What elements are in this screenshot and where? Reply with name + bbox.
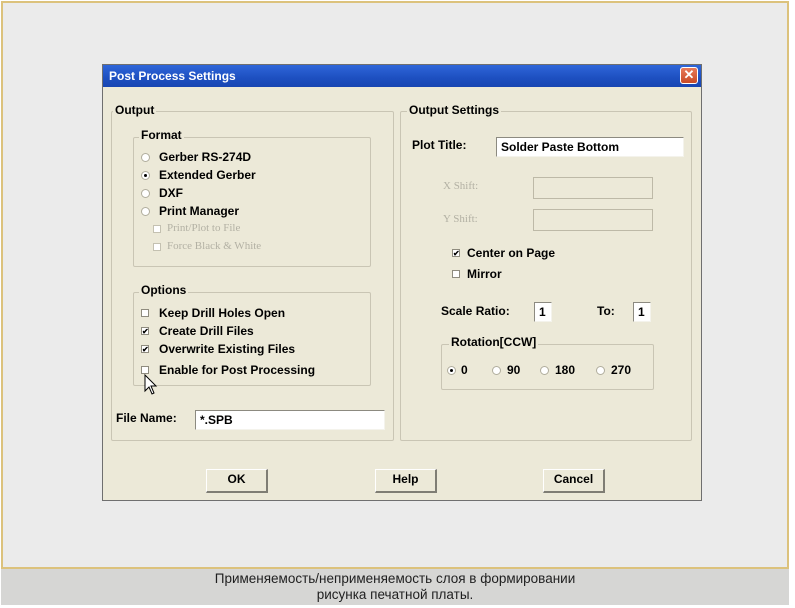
mouse-cursor-icon bbox=[144, 374, 158, 395]
rotation-radio-180[interactable] bbox=[540, 366, 549, 375]
overwrite-existing-files-label: Overwrite Existing Files bbox=[159, 342, 296, 356]
enable-for-post-processing-checkbox[interactable] bbox=[141, 366, 149, 374]
print-plot-to-file-label: Print/Plot to File bbox=[167, 222, 241, 234]
help-button[interactable]: Help bbox=[375, 469, 437, 493]
mirror-checkbox[interactable] bbox=[452, 270, 460, 278]
force-black-white-label: Force Black & White bbox=[167, 240, 262, 252]
print-plot-to-file-checkbox[interactable] bbox=[153, 225, 161, 233]
dialog-title: Post Process Settings bbox=[109, 69, 236, 83]
y-shift-input[interactable] bbox=[533, 209, 653, 231]
format-radio-gerber-rs274d[interactable] bbox=[141, 153, 150, 162]
plot-title-label: Plot Title: bbox=[412, 138, 467, 152]
format-label-gerber-rs274d: Gerber RS-274D bbox=[159, 150, 252, 164]
to-label: To: bbox=[597, 304, 615, 318]
output-settings-label: Output Settings bbox=[407, 103, 501, 117]
rotation-label-0: 0 bbox=[461, 363, 468, 377]
center-on-page-checkbox[interactable] bbox=[452, 249, 460, 257]
y-shift-label: Y Shift: bbox=[443, 213, 478, 225]
file-name-input[interactable]: *.SPB bbox=[195, 410, 385, 430]
format-radio-extended-gerber[interactable] bbox=[141, 171, 150, 180]
mirror-label: Mirror bbox=[467, 267, 502, 281]
post-process-settings-dialog: Post Process Settings ✕ Output Format Ge… bbox=[102, 64, 702, 501]
to-input[interactable]: 1 bbox=[633, 302, 651, 322]
rotation-label-90: 90 bbox=[507, 363, 521, 377]
caption-line-2: рисунка печатной платы. bbox=[316, 587, 474, 602]
format-label-dxf: DXF bbox=[159, 186, 183, 200]
rotation-label-270: 270 bbox=[611, 363, 632, 377]
rotation-group-label: Rotation[CCW] bbox=[449, 335, 539, 349]
format-label-extended-gerber: Extended Gerber bbox=[159, 168, 256, 182]
format-group-label: Format bbox=[139, 128, 184, 142]
format-radio-print-manager[interactable] bbox=[141, 207, 150, 216]
force-black-white-checkbox[interactable] bbox=[153, 243, 161, 251]
rotation-radio-270[interactable] bbox=[596, 366, 605, 375]
scale-ratio-input[interactable]: 1 bbox=[534, 302, 552, 322]
create-drill-files-checkbox[interactable] bbox=[141, 327, 149, 335]
caption-line-1: Применяемость/неприменяемость слоя в фор… bbox=[214, 571, 576, 586]
options-group-label: Options bbox=[139, 283, 189, 297]
ok-button[interactable]: OK bbox=[206, 469, 268, 493]
file-name-label: File Name: bbox=[116, 411, 177, 425]
rotation-radio-0[interactable] bbox=[447, 366, 456, 375]
enable-for-post-processing-label: Enable for Post Processing bbox=[159, 363, 316, 377]
format-label-print-manager: Print Manager bbox=[159, 204, 240, 218]
x-shift-label: X Shift: bbox=[443, 180, 479, 192]
overwrite-existing-files-checkbox[interactable] bbox=[141, 345, 149, 353]
format-radio-dxf[interactable] bbox=[141, 189, 150, 198]
scale-ratio-label: Scale Ratio: bbox=[441, 304, 510, 318]
keep-drill-holes-open-label: Keep Drill Holes Open bbox=[159, 306, 286, 320]
center-on-page-label: Center on Page bbox=[467, 246, 556, 260]
x-shift-input[interactable] bbox=[533, 177, 653, 199]
figure-caption: Применяемость/неприменяемость слоя в фор… bbox=[1, 567, 789, 605]
output-settings-group bbox=[400, 111, 692, 441]
dialog-title-bar[interactable]: Post Process Settings ✕ bbox=[103, 65, 701, 87]
rotation-label-180: 180 bbox=[555, 363, 576, 377]
plot-title-input[interactable]: Solder Paste Bottom bbox=[496, 137, 684, 157]
close-icon[interactable]: ✕ bbox=[680, 67, 698, 84]
output-group-label: Output bbox=[113, 103, 157, 117]
keep-drill-holes-open-checkbox[interactable] bbox=[141, 309, 149, 317]
create-drill-files-label: Create Drill Files bbox=[159, 324, 254, 338]
rotation-radio-90[interactable] bbox=[492, 366, 501, 375]
cancel-button[interactable]: Cancel bbox=[543, 469, 605, 493]
